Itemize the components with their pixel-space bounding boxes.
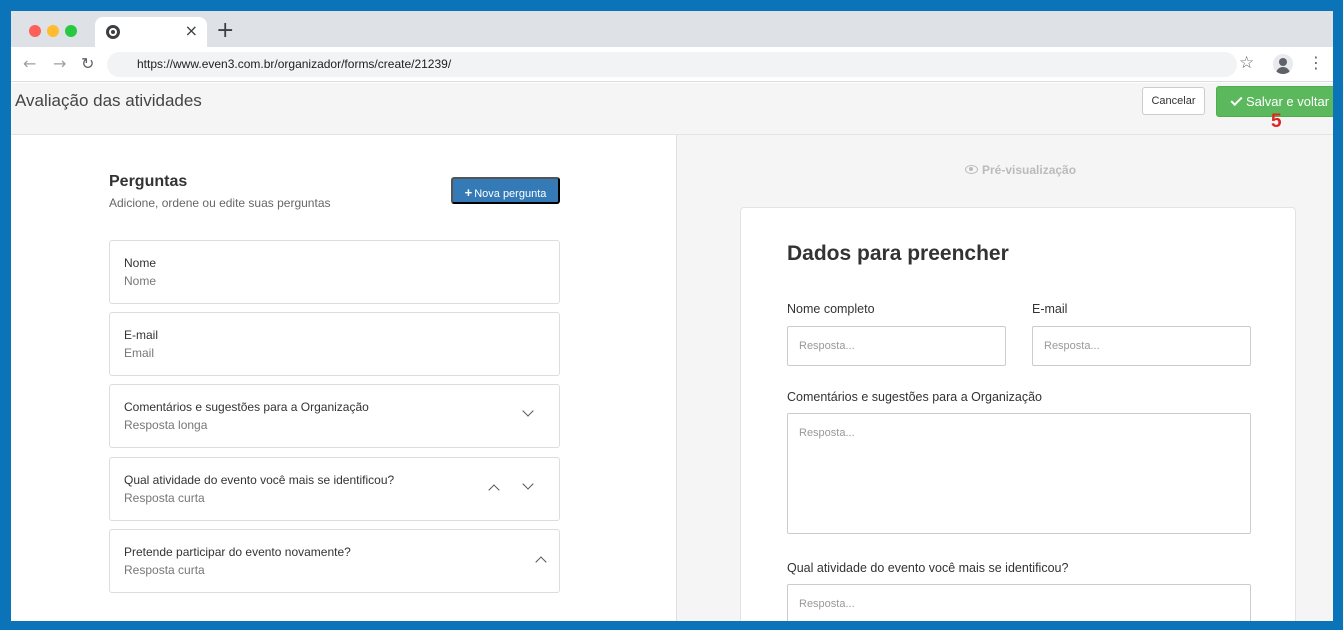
move-down-chevron-icon[interactable]	[522, 405, 534, 417]
preview-label: Pré-visualização	[965, 163, 1076, 177]
eye-icon	[965, 165, 978, 174]
star-icon[interactable]: ☆	[1239, 53, 1254, 73]
question-card[interactable]: Pretende participar do evento novamente?…	[109, 529, 560, 593]
new-question-button[interactable]: + Nova pergunta	[451, 177, 560, 204]
move-up-chevron-icon[interactable]	[488, 484, 500, 496]
check-icon	[1230, 93, 1243, 107]
question-type: Nome	[124, 274, 157, 288]
field-label-email: E-mail	[1032, 302, 1068, 316]
questions-subtitle: Adicione, ordene ou edite suas perguntas	[109, 196, 331, 210]
question-card[interactable]: E-mail Email	[109, 312, 560, 376]
tab-strip: × +	[11, 11, 1333, 47]
question-label: Qual atividade do evento você mais se id…	[124, 473, 395, 487]
email-input[interactable]: Resposta...	[1032, 326, 1251, 366]
page-title: Avaliação das atividades	[15, 91, 202, 110]
browser-window: × + ← → ↻ https://www.even3.com.br/organ…	[11, 11, 1333, 621]
form-preview-card: Dados para preencher Nome completo Respo…	[740, 207, 1296, 621]
field-label-full-name: Nome completo	[787, 302, 875, 316]
cancel-button[interactable]: Cancelar	[1142, 87, 1205, 115]
plus-icon: +	[464, 185, 473, 200]
preview-panel: Pré-visualização Dados para preencher No…	[676, 135, 1333, 621]
full-name-input[interactable]: Resposta...	[787, 326, 1006, 366]
reload-icon[interactable]: ↻	[81, 55, 94, 73]
question-label: E-mail	[124, 328, 159, 342]
preview-label-text: Pré-visualização	[982, 163, 1077, 177]
move-up-chevron-icon[interactable]	[535, 556, 547, 568]
profile-icon[interactable]	[1273, 54, 1293, 74]
browser-toolbar: ← → ↻ https://www.even3.com.br/organizad…	[11, 47, 1333, 82]
save-and-return-label: Salvar e voltar	[1245, 94, 1330, 109]
comments-textarea[interactable]: Resposta...	[787, 413, 1251, 534]
close-window-dot[interactable]	[29, 25, 41, 37]
field-label-activity: Qual atividade do evento você mais se id…	[787, 561, 1069, 575]
form-title: Dados para preencher	[787, 242, 1009, 265]
question-type: Resposta curta	[124, 491, 205, 505]
menu-icon[interactable]: ⋮	[1308, 53, 1324, 73]
step-marker: 5	[1271, 111, 1282, 132]
tab-close-icon[interactable]: ×	[185, 22, 198, 40]
field-label-comments: Comentários e sugestões para a Organizaç…	[787, 390, 1043, 404]
address-bar[interactable]: https://www.even3.com.br/organizador/for…	[107, 52, 1237, 77]
new-question-label: Nova pergunta	[474, 188, 547, 200]
question-type: Email	[124, 346, 155, 360]
questions-panel: Perguntas Adicione, ordene ou edite suas…	[11, 135, 676, 621]
browser-tab[interactable]: ×	[95, 17, 207, 47]
questions-title: Perguntas	[109, 173, 188, 190]
chrome-favicon-icon	[106, 25, 120, 39]
minimize-window-dot[interactable]	[47, 25, 59, 37]
question-card[interactable]: Nome Nome	[109, 240, 560, 304]
forward-arrow-icon[interactable]: →	[53, 55, 66, 73]
question-label: Pretende participar do evento novamente?	[124, 545, 351, 559]
question-card[interactable]: Comentários e sugestões para a Organizaç…	[109, 384, 560, 448]
question-label: Comentários e sugestões para a Organizaç…	[124, 400, 369, 414]
question-label: Nome	[124, 256, 157, 270]
move-down-chevron-icon[interactable]	[522, 478, 534, 490]
page-header: Avaliação das atividades Cancelar Salvar…	[11, 83, 1333, 135]
question-card[interactable]: Qual atividade do evento você mais se id…	[109, 457, 560, 521]
activity-input[interactable]: Resposta...	[787, 584, 1251, 621]
back-arrow-icon[interactable]: ←	[23, 55, 36, 73]
question-type: Resposta curta	[124, 563, 205, 577]
url-text[interactable]: https://www.even3.com.br/organizador/for…	[137, 57, 451, 71]
question-type: Resposta longa	[124, 418, 208, 432]
maximize-window-dot[interactable]	[65, 25, 77, 37]
new-tab-button[interactable]: +	[216, 20, 234, 42]
